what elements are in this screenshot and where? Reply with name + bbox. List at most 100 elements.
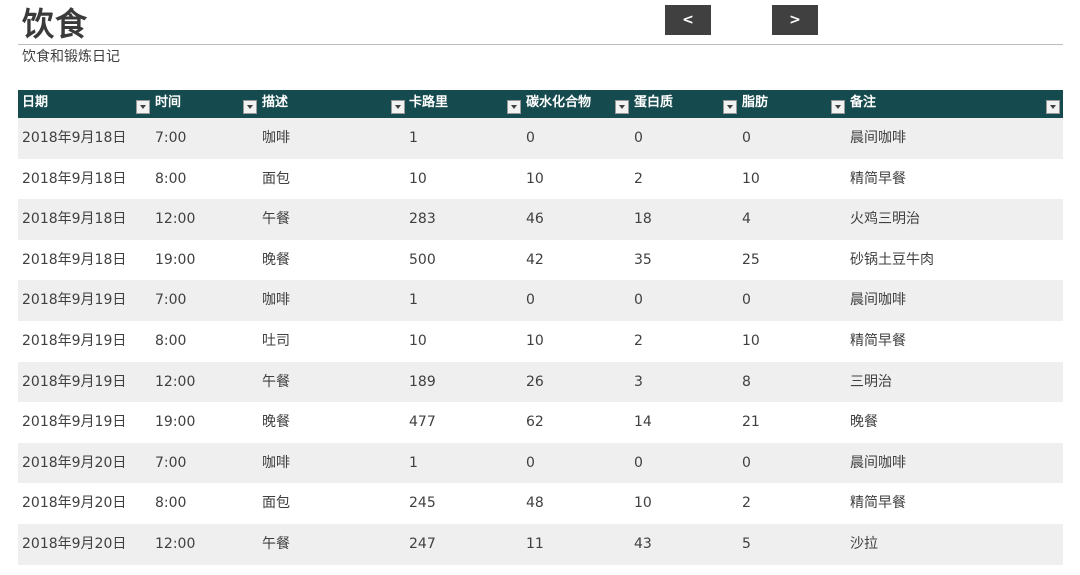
cell-fat[interactable]: 21 [742,402,760,442]
cell-time[interactable]: 8:00 [155,159,186,199]
cell-calories[interactable]: 1 [409,443,418,483]
cell-fat[interactable]: 10 [742,321,760,361]
prev-button[interactable]: < [665,5,711,35]
cell-fat[interactable]: 4 [742,199,751,239]
cell-date[interactable]: 2018年9月20日 [22,483,126,523]
filter-dropdown-icon[interactable] [136,100,150,114]
cell-description[interactable]: 晚餐 [262,402,290,442]
cell-description[interactable]: 午餐 [262,362,290,402]
cell-description[interactable]: 咖啡 [262,443,290,483]
cell-calories[interactable]: 1 [409,118,418,158]
cell-fat[interactable]: 0 [742,443,751,483]
cell-fat[interactable]: 0 [742,280,751,320]
filter-dropdown-icon[interactable] [1046,100,1060,114]
cell-time[interactable]: 12:00 [155,362,195,402]
cell-protein[interactable]: 18 [634,199,652,239]
cell-protein[interactable]: 35 [634,240,652,280]
cell-date[interactable]: 2018年9月19日 [22,280,126,320]
cell-date[interactable]: 2018年9月20日 [22,524,126,564]
cell-notes[interactable]: 砂锅土豆牛肉 [850,240,934,280]
table-row[interactable]: 2018年9月19日 8:00 吐司 10 10 2 10 精简早餐 [18,320,1063,362]
cell-carbs[interactable]: 0 [526,280,535,320]
cell-fat[interactable]: 2 [742,483,751,523]
cell-time[interactable]: 7:00 [155,280,186,320]
cell-date[interactable]: 2018年9月18日 [22,199,126,239]
cell-fat[interactable]: 0 [742,118,751,158]
cell-time[interactable]: 19:00 [155,402,195,442]
cell-notes[interactable]: 精简早餐 [850,483,906,523]
cell-carbs[interactable]: 62 [526,402,544,442]
cell-description[interactable]: 面包 [262,483,290,523]
cell-notes[interactable]: 精简早餐 [850,159,906,199]
cell-carbs[interactable]: 10 [526,321,544,361]
cell-time[interactable]: 7:00 [155,443,186,483]
table-row[interactable]: 2018年9月20日 12:00 午餐 247 11 43 5 沙拉 [18,523,1063,565]
cell-time[interactable]: 12:00 [155,524,195,564]
cell-fat[interactable]: 8 [742,362,751,402]
table-row[interactable]: 2018年9月19日 19:00 晚餐 477 62 14 21 晚餐 [18,402,1063,443]
cell-notes[interactable]: 晚餐 [850,402,878,442]
cell-description[interactable]: 吐司 [262,321,290,361]
cell-date[interactable]: 2018年9月19日 [22,402,126,442]
cell-carbs[interactable]: 0 [526,118,535,158]
cell-fat[interactable]: 10 [742,159,760,199]
cell-fat[interactable]: 25 [742,240,760,280]
cell-description[interactable]: 咖啡 [262,118,290,158]
table-row[interactable]: 2018年9月18日 12:00 午餐 283 46 18 4 火鸡三明治 [18,199,1063,240]
filter-dropdown-icon[interactable] [391,100,405,114]
cell-protein[interactable]: 3 [634,362,643,402]
cell-description[interactable]: 面包 [262,159,290,199]
cell-carbs[interactable]: 42 [526,240,544,280]
cell-carbs[interactable]: 0 [526,443,535,483]
cell-calories[interactable]: 10 [409,159,427,199]
cell-carbs[interactable]: 48 [526,483,544,523]
cell-protein[interactable]: 14 [634,402,652,442]
filter-dropdown-icon[interactable] [507,100,521,114]
cell-description[interactable]: 晚餐 [262,240,290,280]
cell-time[interactable]: 7:00 [155,118,186,158]
cell-date[interactable]: 2018年9月19日 [22,321,126,361]
cell-notes[interactable]: 晨间咖啡 [850,118,906,158]
cell-time[interactable]: 8:00 [155,483,186,523]
cell-description[interactable]: 咖啡 [262,280,290,320]
cell-date[interactable]: 2018年9月18日 [22,240,126,280]
cell-calories[interactable]: 283 [409,199,436,239]
cell-carbs[interactable]: 46 [526,199,544,239]
cell-protein[interactable]: 2 [634,321,643,361]
filter-dropdown-icon[interactable] [831,100,845,114]
table-row[interactable]: 2018年9月20日 8:00 面包 245 48 10 2 精简早餐 [18,483,1063,524]
cell-date[interactable]: 2018年9月20日 [22,443,126,483]
cell-notes[interactable]: 三明治 [850,362,892,402]
cell-calories[interactable]: 245 [409,483,436,523]
cell-calories[interactable]: 477 [409,402,436,442]
cell-notes[interactable]: 精简早餐 [850,321,906,361]
cell-carbs[interactable]: 11 [526,524,544,564]
cell-protein[interactable]: 2 [634,159,643,199]
cell-notes[interactable]: 晨间咖啡 [850,280,906,320]
cell-protein[interactable]: 43 [634,524,652,564]
cell-time[interactable]: 12:00 [155,199,195,239]
next-button[interactable]: > [772,5,818,35]
cell-carbs[interactable]: 26 [526,362,544,402]
cell-time[interactable]: 8:00 [155,321,186,361]
cell-calories[interactable]: 1 [409,280,418,320]
cell-description[interactable]: 午餐 [262,524,290,564]
cell-calories[interactable]: 10 [409,321,427,361]
table-row[interactable]: 2018年9月18日 19:00 晚餐 500 42 35 25 砂锅土豆牛肉 [18,239,1063,281]
filter-dropdown-icon[interactable] [615,100,629,114]
cell-notes[interactable]: 火鸡三明治 [850,199,920,239]
cell-protein[interactable]: 0 [634,118,643,158]
cell-protein[interactable]: 10 [634,483,652,523]
table-row[interactable]: 2018年9月18日 8:00 面包 10 10 2 10 精简早餐 [18,158,1063,200]
cell-date[interactable]: 2018年9月18日 [22,159,126,199]
filter-dropdown-icon[interactable] [723,100,737,114]
cell-notes[interactable]: 沙拉 [850,524,878,564]
cell-date[interactable]: 2018年9月19日 [22,362,126,402]
cell-fat[interactable]: 5 [742,524,751,564]
cell-calories[interactable]: 500 [409,240,436,280]
cell-carbs[interactable]: 10 [526,159,544,199]
cell-calories[interactable]: 247 [409,524,436,564]
table-row[interactable]: 2018年9月19日 7:00 咖啡 1 0 0 0 晨间咖啡 [18,280,1063,321]
filter-dropdown-icon[interactable] [243,100,257,114]
cell-protein[interactable]: 0 [634,443,643,483]
